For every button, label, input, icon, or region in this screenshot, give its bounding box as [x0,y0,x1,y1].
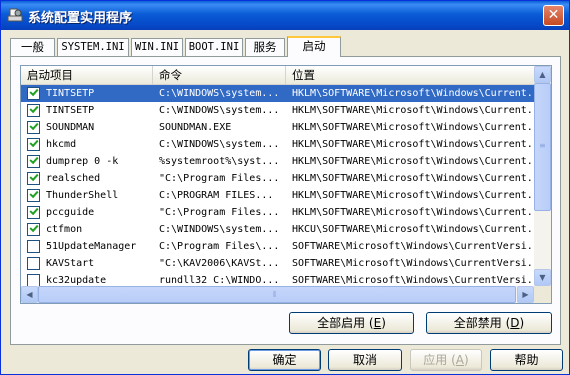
tab-general[interactable]: 一般 [10,38,55,56]
startup-items-list[interactable]: 启动项目 命令 位置 TINTSETP C:\WINDOWS\system... H… [20,65,552,304]
horizontal-scrollbar[interactable]: ◀ ⦀ ▶ [21,286,534,303]
startup-item-name: pccguide [46,207,95,218]
help-button[interactable]: 帮助 [490,349,563,371]
startup-item-checkbox[interactable] [27,103,40,117]
startup-item-command: C:\WINDOWS\system... [159,224,280,235]
startup-item-checkbox[interactable] [27,120,40,134]
startup-item-command: C:\WINDOWS\system... [159,88,280,99]
startup-item-checkbox[interactable] [27,154,40,168]
title-bar[interactable]: 系统配置实用程序 ✕ [1,1,569,30]
ok-button[interactable]: 确定 [248,349,321,371]
startup-item-name: TINTSETP [46,88,95,99]
startup-item-location: SOFTWARE\Microsoft\Windows\CurrentVersi.… [292,258,532,269]
startup-item-name: ctfmon [46,224,83,235]
startup-item-checkbox[interactable] [27,86,40,100]
table-row[interactable]: hkcmd C:\WINDOWS\system... HKLM\SOFTWARE\M… [21,136,534,153]
check-icon [29,137,39,148]
table-row[interactable]: ctfmon C:\WINDOWS\system... HKCU\SOFTWARE\… [21,221,534,238]
check-icon [29,120,39,131]
scroll-corner [534,286,551,303]
startup-item-name: realsched [46,173,101,184]
grip-icon: ⦀ [273,290,277,299]
startup-item-name: ThunderShell [46,190,119,201]
startup-item-location: HKLM\SOFTWARE\Microsoft\Windows\Current.… [292,88,532,99]
startup-item-checkbox[interactable] [27,188,40,202]
table-row[interactable]: 51UpdateManager C:\Program Files\... SOFTW… [21,238,534,255]
startup-item-command: "C:\Program Files... [159,207,280,218]
startup-item-command: "C:\Program Files... [159,173,280,184]
window-title: 系统配置实用程序 [28,11,133,26]
apply-button[interactable]: 应用 (A) [410,349,482,371]
startup-item-command: "C:\KAV2006\KAVSt... [159,258,280,269]
list-header: 启动项目 命令 位置 [21,66,534,85]
startup-item-command: %systemroot%\syst... [159,156,280,167]
check-icon [29,154,39,165]
table-row[interactable]: pccguide "C:\Program Files... HKLM\SOFTWAR… [21,204,534,221]
column-header-startup-item[interactable]: 启动项目 [21,66,153,84]
table-row[interactable]: TINTSETP C:\WINDOWS\system... HKLM\SOFTWAR… [21,102,534,119]
startup-item-location: HKLM\SOFTWARE\Microsoft\Windows\Current.… [292,156,532,167]
check-icon [29,171,39,182]
startup-item-location: SOFTWARE\Microsoft\Windows\CurrentVersi.… [292,241,532,252]
startup-item-location: HKCU\SOFTWARE\Microsoft\Windows\Current.… [292,224,532,235]
system-config-window: 系统配置实用程序 ✕ 一般 SYSTEM.INI WIN.INI BOOT.IN… [0,0,570,375]
startup-item-location: HKLM\SOFTWARE\Microsoft\Windows\Current.… [292,139,532,150]
horizontal-scroll-thumb[interactable]: ⦀ [38,286,516,303]
disable-all-button[interactable]: 全部禁用 (D) [426,312,552,334]
table-row[interactable]: SOUNDMAN SOUNDMAN.EXE HKLM\SOFTWARE\Micros… [21,119,534,136]
startup-item-name: SOUNDMAN [46,122,95,133]
vertical-scrollbar[interactable]: ▲ ≡ ▼ [534,66,551,286]
startup-item-checkbox[interactable] [27,222,40,236]
startup-item-location: HKLM\SOFTWARE\Microsoft\Windows\Current.… [292,122,532,133]
startup-item-name: TINTSETP [46,105,95,116]
table-row[interactable]: TINTSETP C:\WINDOWS\system... HKLM\SOFTWAR… [21,85,534,102]
table-row[interactable]: KAVStart "C:\KAV2006\KAVSt... SOFTWARE\Mic… [21,255,534,272]
startup-item-command: C:\PROGRAM FILES... [159,190,274,201]
startup-item-checkbox[interactable] [27,137,40,151]
table-row[interactable]: dumprep 0 -k %systemroot%\syst... HKLM\SOF… [21,153,534,170]
startup-item-command: C:\WINDOWS\system... [159,139,280,150]
startup-item-location: HKLM\SOFTWARE\Microsoft\Windows\Current.… [292,190,532,201]
startup-item-name: KAVStart [46,258,95,269]
tab-startup[interactable]: 启动 [287,36,341,57]
tab-boot-ini[interactable]: BOOT.INI [185,38,243,56]
column-header-location[interactable]: 位置 [286,66,534,84]
check-icon [29,205,39,216]
scroll-left-button[interactable]: ◀ [21,286,38,303]
startup-item-command: C:\WINDOWS\system... [159,105,280,116]
tab-services[interactable]: 服务 [245,38,285,56]
startup-item-checkbox[interactable] [27,205,40,219]
table-row[interactable]: realsched "C:\Program Files... HKLM\SOFTWA… [21,170,534,187]
table-row[interactable]: ThunderShell C:\PROGRAM FILES... HKLM\SOFT… [21,187,534,204]
enable-all-button[interactable]: 全部启用 (E) [289,312,414,334]
scroll-right-button[interactable]: ▶ [517,286,534,303]
check-icon [29,103,39,114]
msconfig-app-icon [7,8,23,22]
vertical-scroll-thumb[interactable]: ≡ [534,83,551,211]
startup-item-name: dumprep 0 -k [46,156,119,167]
check-icon [29,86,39,97]
column-header-command[interactable]: 命令 [153,66,286,84]
startup-item-name: hkcmd [46,139,77,150]
startup-item-location: HKLM\SOFTWARE\Microsoft\Windows\Current.… [292,105,532,116]
close-button[interactable]: ✕ [543,5,564,26]
startup-item-checkbox[interactable] [27,171,40,185]
startup-item-command: C:\Program Files\... [159,241,280,252]
check-icon [29,222,39,233]
cancel-button[interactable]: 取消 [328,349,402,371]
check-icon [29,188,39,199]
startup-item-location: HKLM\SOFTWARE\Microsoft\Windows\Current.… [292,173,532,184]
scroll-up-button[interactable]: ▲ [534,66,551,83]
startup-item-name: 51UpdateManager [46,241,137,252]
tab-win-ini[interactable]: WIN.INI [131,38,183,56]
scroll-down-button[interactable]: ▼ [534,269,551,286]
startup-item-checkbox[interactable] [27,240,40,253]
tab-system-ini[interactable]: SYSTEM.INI [57,38,129,56]
startup-item-location: HKLM\SOFTWARE\Microsoft\Windows\Current.… [292,207,532,218]
startup-item-command: SOUNDMAN.EXE [159,122,232,133]
startup-item-checkbox[interactable] [27,257,40,270]
grip-icon: ≡ [539,141,546,150]
